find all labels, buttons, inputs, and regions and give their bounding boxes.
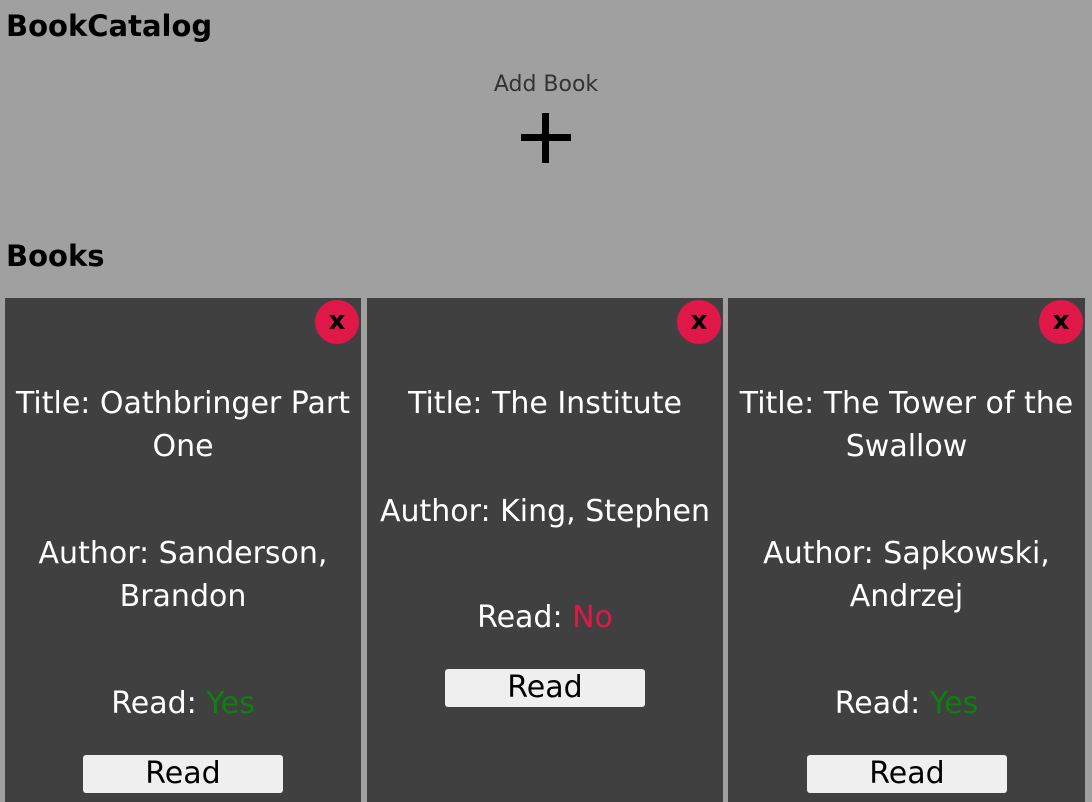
add-book-label: Add Book	[493, 72, 599, 97]
book-author: Author: Sapkowski, Andrzej	[763, 536, 1050, 614]
book-title: Title: The Institute	[408, 386, 682, 421]
toggle-read-button[interactable]: Read	[445, 669, 645, 707]
book-card: x Title: The Tower of the Swallow Author…	[728, 298, 1085, 802]
add-book-section: Add Book	[0, 68, 1092, 167]
read-status-label: Read:	[111, 686, 207, 721]
read-status-value: Yes	[929, 686, 979, 721]
book-author: Author: King, Stephen	[379, 494, 711, 529]
delete-book-button[interactable]: x	[677, 300, 721, 344]
plus-icon[interactable]	[521, 113, 571, 163]
toggle-read-button[interactable]: Read	[807, 755, 1007, 793]
book-card: x Title: Oathbringer Part One Author: Sa…	[5, 298, 361, 802]
app-title: BookCatalog	[6, 9, 213, 43]
books-heading: Books	[6, 239, 105, 273]
book-title: Title: The Tower of the Swallow	[739, 386, 1074, 464]
toggle-read-button[interactable]: Read	[83, 755, 283, 793]
book-title: Title: Oathbringer Part One	[15, 386, 351, 464]
book-card: x Title: The Institute Author: King, Ste…	[367, 298, 723, 802]
book-author: Author: Sanderson, Brandon	[38, 536, 328, 614]
delete-book-button[interactable]: x	[315, 300, 359, 344]
delete-book-button[interactable]: x	[1039, 300, 1083, 344]
read-status-label: Read:	[834, 686, 930, 721]
read-status-label: Read:	[477, 600, 573, 635]
book-read-status: Read: Yes	[738, 682, 1075, 725]
read-status-value: No	[572, 600, 613, 635]
book-read-status: Read: Yes	[15, 682, 351, 725]
read-status-value: Yes	[206, 686, 255, 721]
book-read-status: Read: No	[377, 596, 713, 639]
